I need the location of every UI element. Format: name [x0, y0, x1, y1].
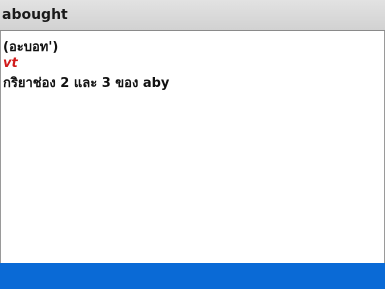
definition-panel — [0, 31, 385, 263]
pronunciation-text: (อะบอท') — [3, 40, 59, 55]
panel-left-border — [0, 31, 1, 263]
headword-title: abought — [2, 7, 68, 23]
dictionary-screen: abought (อะบอท') vt กริยาช่อง 2 และ 3 ขอ… — [0, 0, 385, 289]
definition-text: กริยาช่อง 2 และ 3 ของ aby — [3, 76, 170, 91]
headword-bar: abought — [0, 0, 385, 31]
softkey-bar[interactable] — [0, 263, 385, 289]
part-of-speech-label: vt — [3, 56, 18, 71]
